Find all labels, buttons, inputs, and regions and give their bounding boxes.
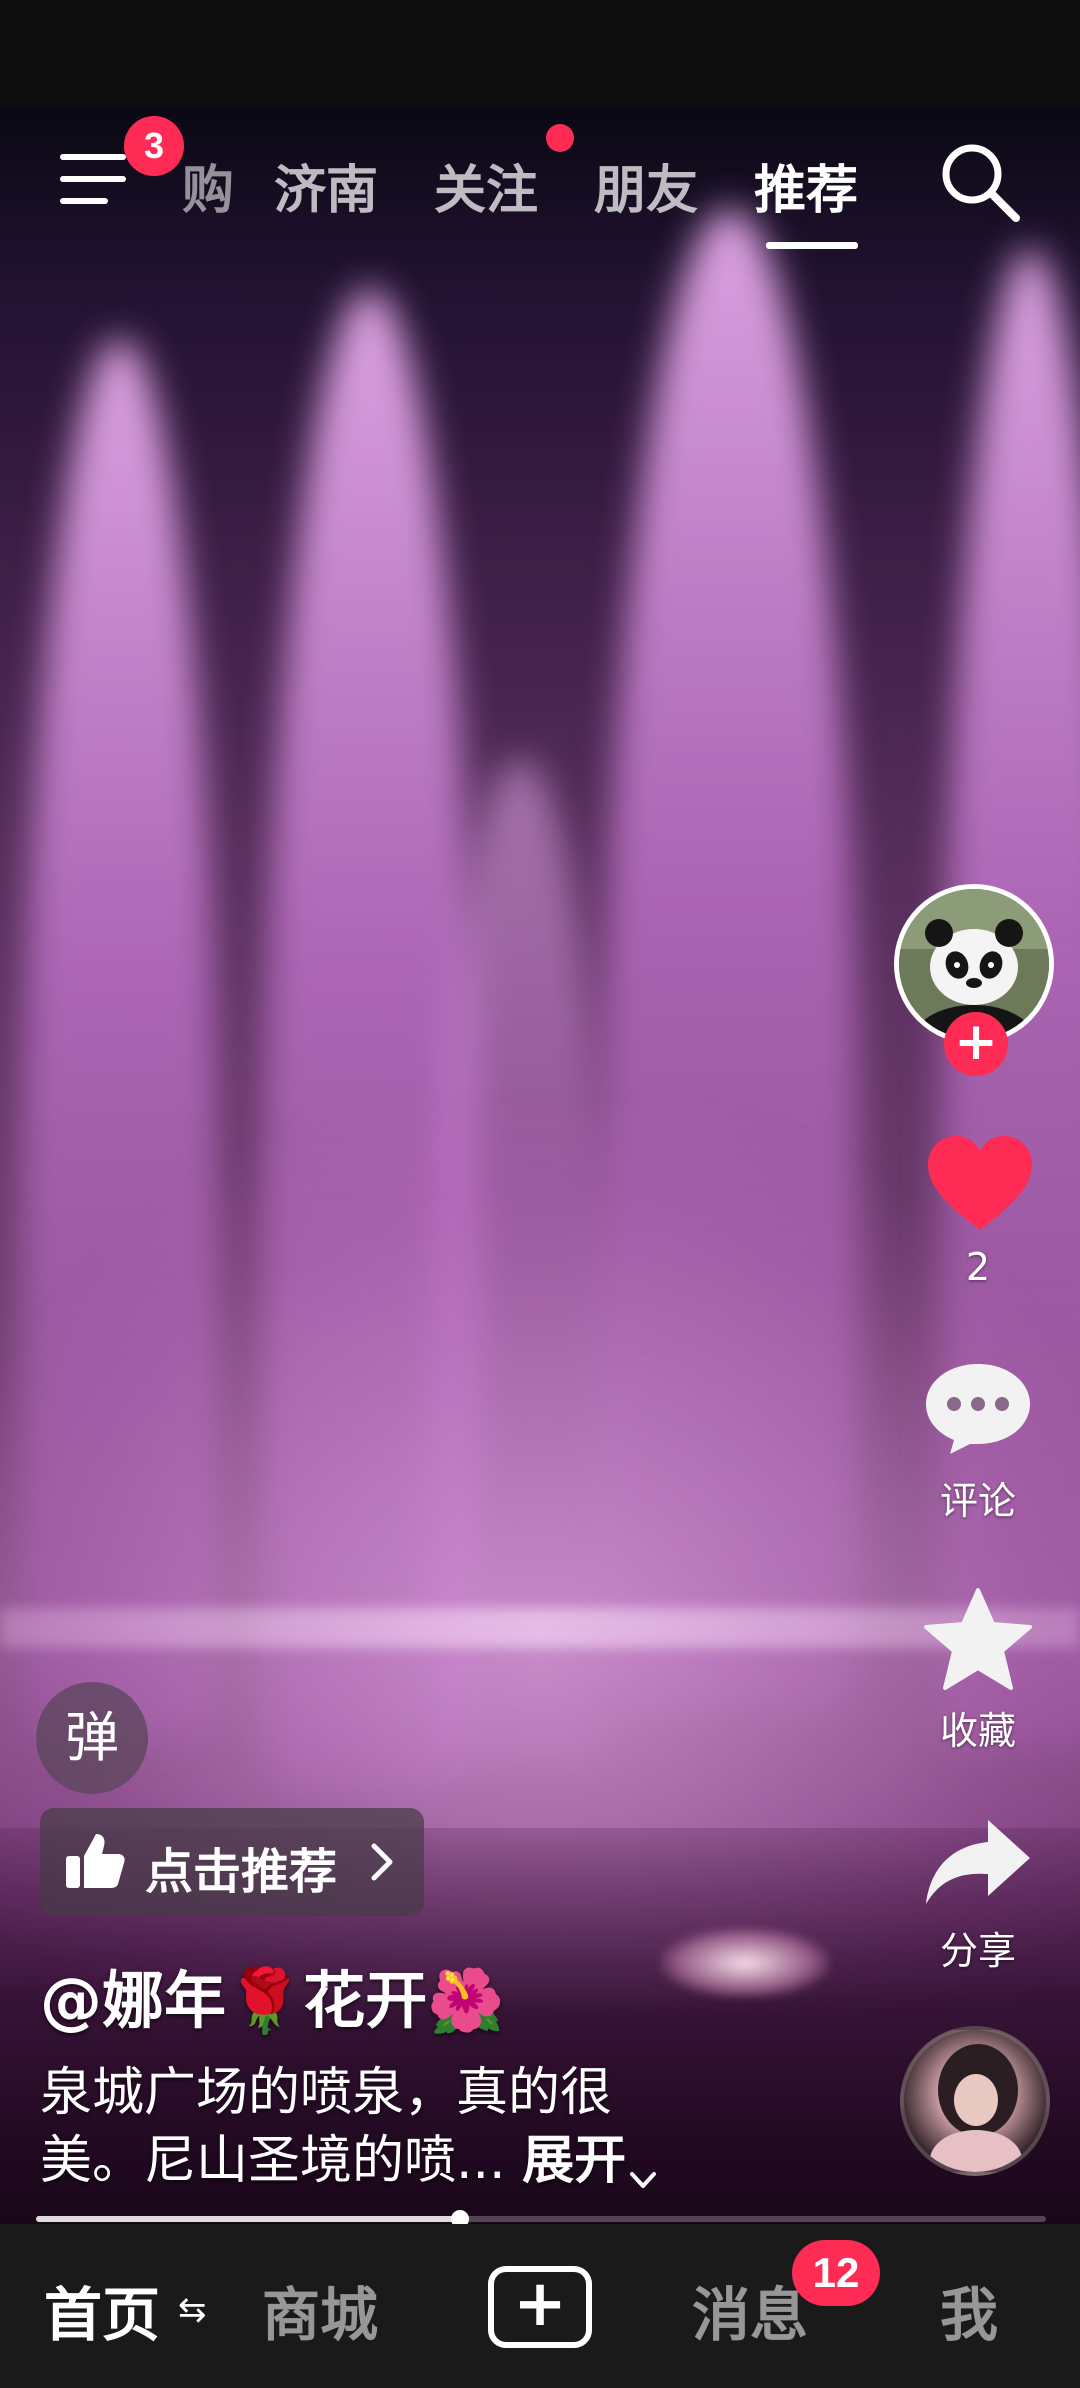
- author-name-prefix: @娜年: [40, 1964, 227, 2037]
- like-count: 2: [965, 1245, 991, 1289]
- tab-jinan[interactable]: 济南: [274, 148, 378, 223]
- tab-me[interactable]: 我: [940, 2268, 998, 2352]
- music-cover-image: [930, 2044, 1022, 2172]
- share-label: 分享: [939, 1929, 1016, 1973]
- status-bar: [0, 0, 1080, 108]
- thumbs-up-icon: [64, 1830, 126, 1892]
- comment-label: 评论: [939, 1479, 1016, 1523]
- video-progress-bar[interactable]: [36, 2210, 1046, 2228]
- menu-icon[interactable]: [60, 150, 130, 210]
- tab-shopping[interactable]: 购: [182, 148, 234, 223]
- tab-recommend[interactable]: 推荐: [754, 148, 858, 223]
- danmaku-label: 弹: [65, 1706, 119, 1769]
- danmaku-toggle-button[interactable]: 弹: [36, 1682, 148, 1794]
- search-icon[interactable]: [938, 140, 1022, 224]
- music-disc[interactable]: [900, 2026, 1050, 2176]
- tab-messages[interactable]: 消息: [692, 2268, 808, 2352]
- tab-mall[interactable]: 商城: [262, 2268, 378, 2352]
- author-name-middle: 花开: [303, 1964, 428, 2037]
- following-dot: [546, 124, 574, 152]
- phone-screen-glow: [660, 1928, 830, 1998]
- create-video-button[interactable]: +: [488, 2266, 592, 2348]
- active-tab-indicator: [766, 242, 858, 249]
- share-icon[interactable]: [922, 1814, 1034, 1910]
- tab-home[interactable]: 首页: [44, 2268, 160, 2352]
- author-name[interactable]: @娜年🌹花开🌺: [40, 1950, 504, 2040]
- favorite-label: 收藏: [939, 1709, 1016, 1753]
- water-surface: [0, 1608, 1080, 1648]
- follow-plus-button[interactable]: +: [944, 1012, 1008, 1076]
- progress-fill: [36, 2216, 461, 2222]
- expand-button[interactable]: 展开: [522, 2131, 660, 2191]
- tab-following[interactable]: 关注: [434, 148, 538, 223]
- swap-arrows-icon[interactable]: ⇆: [178, 2290, 207, 2330]
- favorite-star-icon[interactable]: [922, 1586, 1034, 1694]
- caption-line-2: 美。尼山圣境的喷... 展开: [40, 2118, 660, 2193]
- chevron-right-icon: [362, 1842, 402, 1882]
- recommend-label: 点击推荐: [145, 1844, 338, 1900]
- menu-badge: 3: [124, 116, 184, 176]
- like-icon[interactable]: [926, 1134, 1034, 1234]
- caption-line-1: 泉城广场的喷泉，真的很: [40, 2063, 613, 2123]
- hibiscus-emoji: 🌺: [427, 1964, 505, 2037]
- chevron-down-icon: [626, 2149, 660, 2188]
- caption-line-2-text: 美。尼山圣境的喷...: [40, 2131, 506, 2191]
- rose-emoji: 🌹: [226, 1964, 304, 2037]
- recommend-button[interactable]: 点击推荐: [40, 1808, 424, 1916]
- expand-label: 展开: [522, 2131, 627, 2191]
- messages-badge: 12: [792, 2240, 880, 2306]
- tab-friends[interactable]: 朋友: [594, 148, 698, 223]
- comment-icon[interactable]: [922, 1358, 1034, 1458]
